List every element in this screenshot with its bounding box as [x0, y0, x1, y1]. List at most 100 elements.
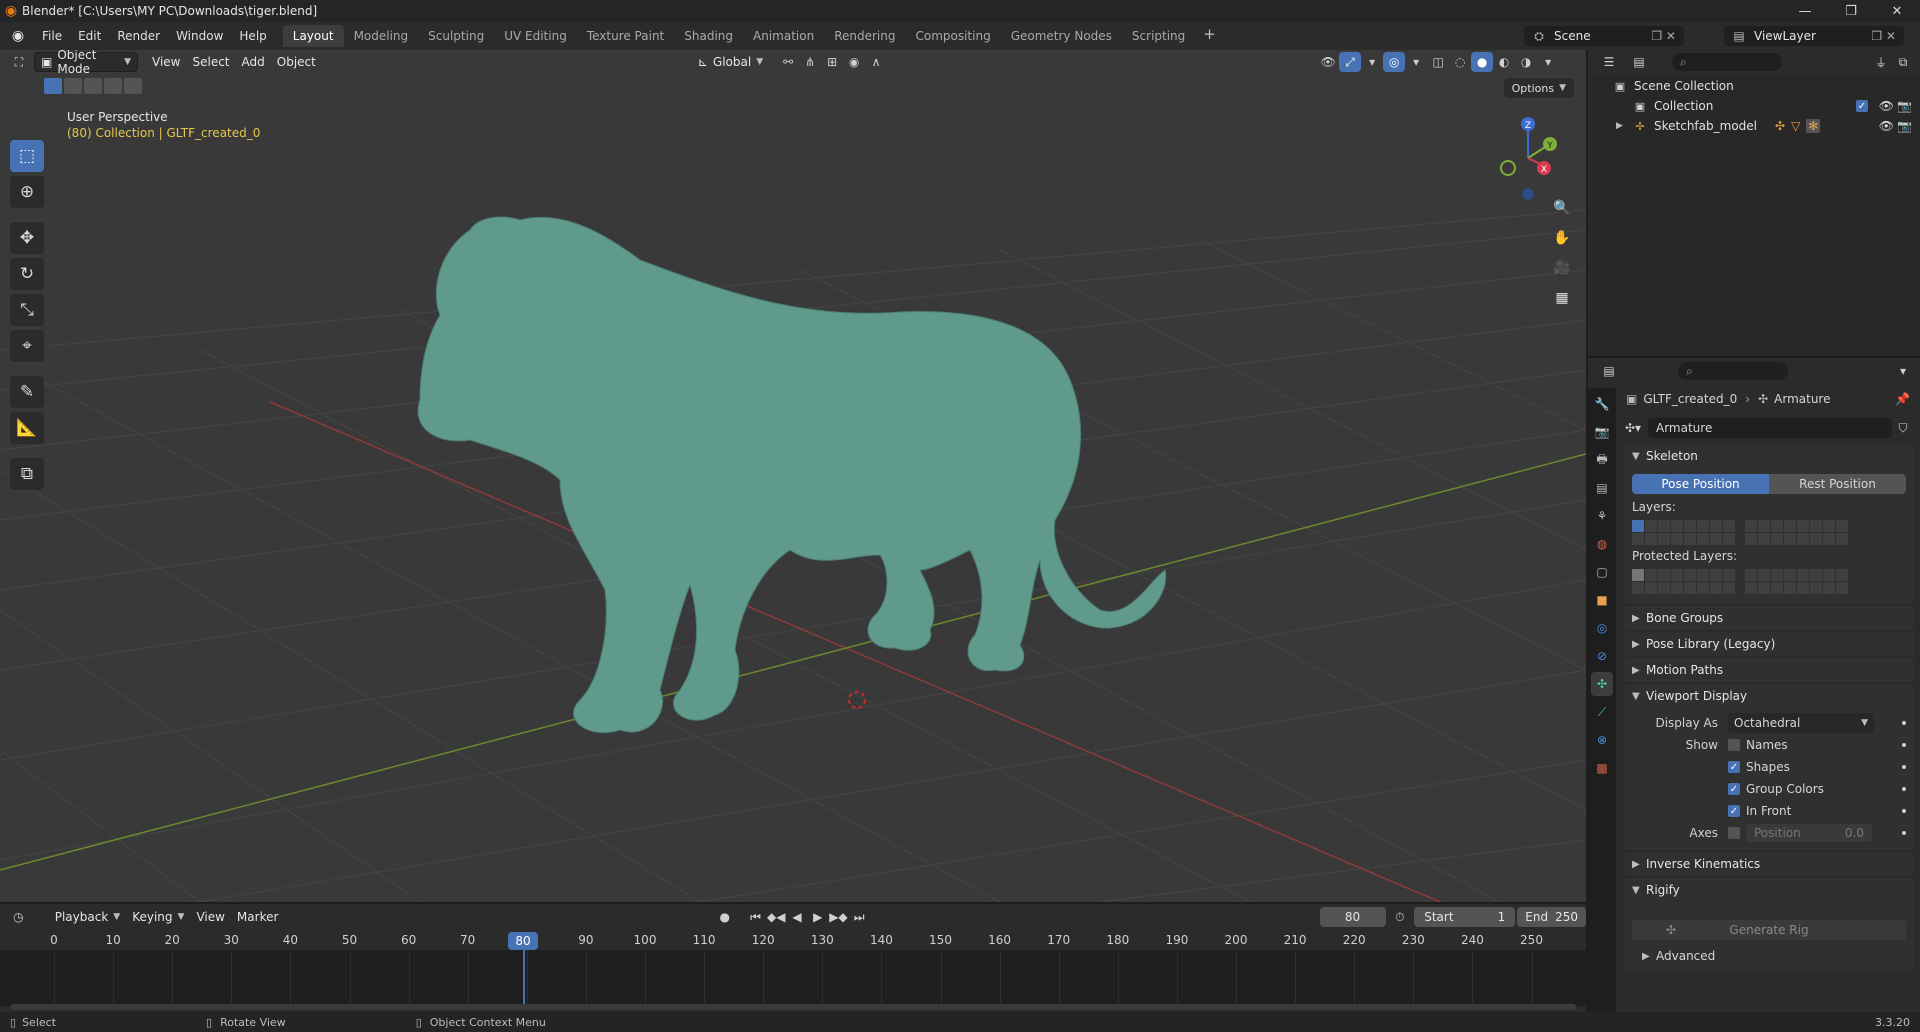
ortho-toggle-icon[interactable]: ▦ [1548, 284, 1576, 312]
render-tab-icon[interactable]: 📷 [1591, 420, 1613, 444]
pose-position-button[interactable]: Pose Position [1632, 474, 1769, 494]
playhead-frame[interactable]: 80 [508, 932, 538, 950]
tab-compositing[interactable]: Compositing [905, 25, 1000, 47]
filter-icon[interactable]: ⏚ [1870, 52, 1892, 72]
outliner-row-sketchfab-model[interactable]: ▶ ✢ Sketchfab_model ✣ ▽ ✻ 👁 📷 [1588, 116, 1920, 136]
gizmo-toggle-icon[interactable]: ⤢ [1339, 52, 1362, 72]
navigation-gizmo[interactable]: Z Y X [1478, 112, 1568, 202]
menu-edit[interactable]: Edit [70, 26, 109, 46]
tab-animation[interactable]: Animation [743, 25, 824, 47]
select-intersect-icon[interactable] [124, 78, 142, 94]
menu-window[interactable]: Window [168, 26, 231, 46]
prev-keyframe-icon[interactable]: ◆◀ [766, 907, 787, 927]
protected-layers-grid[interactable] [1632, 569, 1906, 594]
tab-scripting[interactable]: Scripting [1122, 25, 1195, 47]
outliner-row-scene-collection[interactable]: ▣ Scene Collection [1588, 76, 1920, 96]
scene-new-icon[interactable]: ❐ ✕ [1651, 29, 1676, 43]
panel-skeleton[interactable]: ▼ Skeleton [1624, 444, 1914, 468]
scene-selector[interactable]: ⛭ Scene ❐ ✕ [1524, 26, 1684, 46]
axes-checkbox[interactable] [1728, 827, 1740, 839]
layers-grid[interactable] [1632, 520, 1906, 545]
pivot-icon[interactable]: ⚯ [777, 52, 799, 72]
tab-sculpting[interactable]: Sculpting [418, 25, 494, 47]
tab-shading[interactable]: Shading [674, 25, 743, 47]
camera-view-icon[interactable]: 🎥 [1548, 254, 1576, 282]
timeline-keyframe-area[interactable] [0, 950, 1586, 1006]
panel-viewport-display[interactable]: ▼ Viewport Display [1624, 684, 1914, 708]
modifier-tab-icon[interactable]: ◎ [1591, 616, 1613, 640]
object-tab-icon[interactable]: ■ [1591, 588, 1613, 612]
tab-texture-paint[interactable]: Texture Paint [577, 25, 674, 47]
panel-inverse-kinematics[interactable]: ▶ Inverse Kinematics [1624, 852, 1914, 876]
timeline-ruler[interactable]: 0 10 20 30 40 50 60 70 90 100 110 120 130 140 150 160 17… [0, 930, 1586, 950]
maximize-icon[interactable]: ❐ [1828, 0, 1874, 22]
select-extend-icon[interactable] [64, 78, 82, 94]
xray-icon[interactable]: ◫ [1427, 52, 1449, 72]
select-new-icon[interactable] [44, 78, 62, 94]
tiger-model[interactable] [417, 216, 1167, 734]
shading-menu-icon[interactable]: ▾ [1537, 52, 1559, 72]
falloff-icon[interactable]: ∧ [865, 52, 887, 72]
protected-grid-left[interactable] [1632, 569, 1735, 594]
properties-editor-type-icon[interactable]: ▤ [1598, 361, 1620, 381]
display-mode-icon[interactable]: ▤ [1628, 52, 1650, 72]
timeline-editor-type-icon[interactable]: ◷ [8, 907, 29, 927]
menu-render[interactable]: Render [109, 26, 168, 46]
menu-add[interactable]: Add [236, 52, 271, 72]
keyframe-dot-icon[interactable] [1902, 743, 1906, 747]
tab-layout[interactable]: Layout [282, 25, 344, 47]
wireframe-shading-icon[interactable]: ◌ [1449, 52, 1471, 72]
play-reverse-icon[interactable]: ◀ [787, 907, 808, 927]
jump-end-icon[interactable]: ⏭ [849, 907, 870, 927]
texture-tab-icon[interactable]: ▩ [1591, 756, 1613, 780]
group-colors-checkbox[interactable]: ✓ [1728, 783, 1740, 795]
menu-help[interactable]: Help [231, 26, 274, 46]
mode-selector[interactable]: ▣ Object Mode ▼ [34, 50, 138, 76]
bone-constraints-tab-icon[interactable]: ⊗ [1591, 728, 1613, 752]
editor-type-icon[interactable]: ⛶ [8, 52, 30, 72]
cursor-tool-icon[interactable]: ⊕ [10, 176, 44, 208]
fake-user-icon[interactable]: ⛉ [1892, 418, 1914, 438]
keyframe-dot-icon[interactable] [1902, 787, 1906, 791]
menu-object[interactable]: Object [271, 52, 322, 72]
minimize-icon[interactable]: — [1782, 0, 1828, 22]
camera-icon[interactable]: 📷 [1897, 119, 1912, 133]
layers-grid-right[interactable] [1745, 520, 1848, 545]
tab-geometry-nodes[interactable]: Geometry Nodes [1001, 25, 1122, 47]
bone-tab-icon[interactable]: ⟋ [1591, 700, 1613, 724]
transform-orientation[interactable]: ⊾ Global ▼ [692, 52, 769, 72]
armature-browse-icon[interactable]: ✣▾ [1622, 418, 1644, 438]
menu-view[interactable]: View [146, 52, 186, 72]
3d-cursor[interactable] [848, 691, 866, 709]
start-frame-field[interactable]: Start 1 [1414, 907, 1516, 927]
overlay-menu-icon[interactable]: ▾ [1405, 52, 1427, 72]
gizmo-menu-icon[interactable]: ▾ [1361, 52, 1383, 72]
pin-icon[interactable]: 📌 [1895, 392, 1910, 406]
in-front-checkbox[interactable]: ✓ [1728, 805, 1740, 817]
solid-shading-icon[interactable]: ● [1471, 52, 1494, 72]
eye-icon[interactable]: 👁 [1879, 99, 1894, 113]
constraints-tab-icon[interactable]: ⊘ [1591, 644, 1613, 668]
collection-tab-icon[interactable]: ▢ [1591, 560, 1613, 584]
marker-menu[interactable]: Marker [231, 907, 284, 927]
timeline-view-menu[interactable]: View [190, 907, 230, 927]
menu-select[interactable]: Select [186, 52, 235, 72]
world-tab-icon[interactable]: ◍ [1591, 532, 1613, 556]
auto-keying-icon[interactable]: ● [714, 907, 735, 927]
rest-position-button[interactable]: Rest Position [1769, 474, 1906, 494]
select-box-icon[interactable]: ⬚ [10, 140, 44, 172]
outliner-row-collection[interactable]: ▣ Collection ✓ 👁 📷 [1588, 96, 1920, 116]
eye-icon[interactable]: 👁 [1879, 119, 1894, 133]
rotate-tool-icon[interactable]: ↻ [10, 258, 44, 290]
properties-options-icon[interactable]: ▾ [1892, 361, 1914, 381]
proportional-edit-icon[interactable]: ◉ [843, 52, 865, 72]
tool-tab-icon[interactable]: 🔧 [1591, 392, 1613, 416]
display-as-dropdown[interactable]: Octahedral ▼ [1728, 713, 1874, 733]
overlay-toggle-icon[interactable]: ◎ [1383, 52, 1406, 72]
scene-tab-icon[interactable]: ⚘ [1591, 504, 1613, 528]
tab-modeling[interactable]: Modeling [344, 25, 419, 47]
add-cube-tool-icon[interactable]: ⧉ [10, 458, 44, 490]
advanced-row[interactable]: ▶ Advanced [1632, 946, 1906, 966]
output-tab-icon[interactable]: 🖶 [1591, 448, 1613, 472]
tab-uv-editing[interactable]: UV Editing [494, 25, 577, 47]
